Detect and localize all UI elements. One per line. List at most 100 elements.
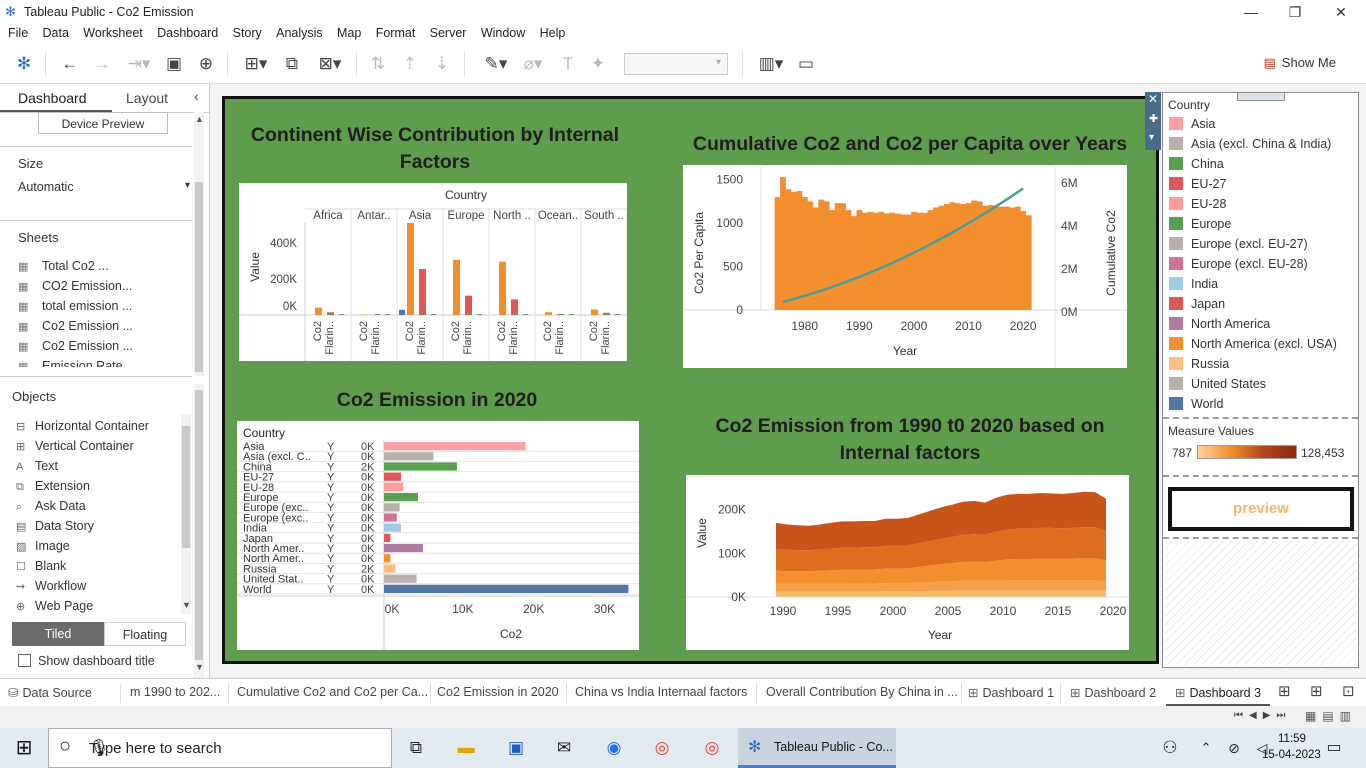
sheet-item[interactable]: ▦ CO2 Emission... <box>18 279 132 293</box>
tab-sheet[interactable]: Cumulative Co2 and Co2 per Ca... <box>237 685 428 699</box>
chart1-continent-bars[interactable]: Country Value 400K 200K 0K Africa Co2 Flar… <box>239 183 628 361</box>
swap-icon[interactable]: ⇅ <box>368 54 388 74</box>
chart2-cumulative[interactable]: Co2 Per Capita Cumulative Co2 Year 1500 1… <box>683 165 1127 368</box>
show-cards-icon[interactable]: ▥▾ <box>754 54 788 74</box>
tiled-button[interactable]: Tiled <box>12 622 104 646</box>
legend-item[interactable]: United States <box>1169 377 1266 393</box>
new-worksheet-icon[interactable]: ⊞ <box>1278 682 1291 700</box>
menu-data[interactable]: Data <box>35 24 69 40</box>
menu-worksheet[interactable]: Worksheet <box>75 24 143 40</box>
highlight-icon[interactable]: ✎▾ <box>478 54 514 74</box>
label-icon[interactable]: T <box>558 54 578 74</box>
show-title-checkbox[interactable] <box>18 654 31 667</box>
device-preview-button[interactable]: Device Preview <box>38 112 168 134</box>
object-controls[interactable]: ✕ ✚ ▾ <box>1145 92 1161 150</box>
remove-icon[interactable]: ✕ <box>1148 92 1158 106</box>
legend-item[interactable]: Europe <box>1169 217 1231 233</box>
legend-item[interactable]: EU-28 <box>1169 197 1226 213</box>
new-story-icon[interactable]: ⊡ <box>1342 682 1355 700</box>
taskbar-tableau-app[interactable]: ✻ Tableau Public - Co... <box>738 728 896 768</box>
new-sheet-icon[interactable]: ⊞▾ <box>238 54 274 74</box>
menu-server[interactable]: Server <box>422 24 467 40</box>
tab-dashboard-2[interactable]: ⊞ Dashboard 2 <box>1070 685 1156 700</box>
edge-icon[interactable]: ◉ <box>600 736 628 760</box>
object-ask-data[interactable]: ⌕ Ask Data <box>16 499 86 514</box>
sort-desc-icon[interactable]: ⇣ <box>432 54 452 74</box>
people-icon[interactable]: ⚇ <box>1156 736 1184 760</box>
measure-gradient[interactable] <box>1197 445 1297 459</box>
legend-item[interactable]: Asia <box>1169 117 1215 133</box>
legend-item[interactable]: World <box>1169 397 1223 413</box>
tableau-home-icon[interactable]: ✻ <box>14 54 34 74</box>
chrome-icon[interactable]: ◎ <box>698 736 726 760</box>
presentation-icon[interactable]: ▭ <box>796 54 816 74</box>
new-dashboard-icon[interactable]: ⊞ <box>1310 682 1323 700</box>
legend-item[interactable]: North America (excl. USA) <box>1169 337 1337 353</box>
legend-item[interactable]: Europe (excl. EU-28) <box>1169 257 1308 273</box>
object-horizontal-container[interactable]: ⊟ Horizontal Container <box>16 419 149 433</box>
collapse-panel-icon[interactable]: ‹ <box>194 88 199 104</box>
object-text[interactable]: A Text <box>16 459 58 473</box>
legend-item[interactable]: Russia <box>1169 357 1229 373</box>
menu-help[interactable]: Help <box>532 24 566 40</box>
add-datasource-icon[interactable]: ⊕ <box>196 54 216 74</box>
menu-dashboard[interactable]: Dashboard <box>149 24 218 40</box>
menu-format[interactable]: Format <box>368 24 416 40</box>
object-blank[interactable]: ☐ Blank <box>16 559 66 573</box>
replay-icon[interactable]: ⇥▾ <box>122 54 156 74</box>
legend-item[interactable]: Japan <box>1169 297 1225 313</box>
show-me-button[interactable]: ▤ Show Me <box>1264 55 1337 71</box>
object-web-page[interactable]: ⊕ Web Page <box>16 599 93 613</box>
legend-item[interactable]: Europe (excl. EU-27) <box>1169 237 1308 253</box>
size-dropdown[interactable]: Automatic ▾ <box>18 180 192 196</box>
sheet-item[interactable]: ▦ total emission ... <box>18 299 132 313</box>
drag-handle[interactable] <box>1237 93 1285 101</box>
objects-scrollbar[interactable]: ▼ <box>181 414 191 614</box>
object-workflow[interactable]: ⇝ Workflow <box>16 579 86 593</box>
taskbar-search[interactable]: ○ Type here to search 🎙 <box>48 728 392 768</box>
redo-icon[interactable]: → <box>92 54 112 74</box>
preview-button[interactable]: preview <box>1168 487 1354 531</box>
chrome-icon[interactable]: ◎ <box>648 736 676 760</box>
menu-map[interactable]: Map <box>329 24 361 40</box>
menu-window[interactable]: Window <box>473 24 525 40</box>
clock-date[interactable]: 15-04-2023 <box>1262 749 1321 761</box>
group-icon[interactable]: ⌀▾ <box>518 54 548 74</box>
notification-icon[interactable]: ▭ <box>1320 736 1348 760</box>
legend-item[interactable]: Asia (excl. China & India) <box>1169 137 1331 153</box>
tab-layout[interactable]: Layout <box>126 90 168 106</box>
duplicate-sheet-icon[interactable]: ⧉ <box>282 54 302 74</box>
legend-item[interactable]: EU-27 <box>1169 177 1226 193</box>
object-data-story[interactable]: ▤ Data Story <box>16 519 94 533</box>
mail-icon[interactable]: ✉ <box>550 736 578 760</box>
menu-story[interactable]: Story <box>225 24 262 40</box>
windows-start-icon[interactable]: ⊞ <box>10 736 38 760</box>
sheet-item[interactable]: ▦ Emission Rate... <box>18 359 133 367</box>
object-extension[interactable]: ⧉ Extension <box>16 479 90 494</box>
tab-dashboard[interactable]: Dashboard <box>18 90 87 106</box>
sort-asc-icon[interactable]: ⇡ <box>400 54 420 74</box>
restore-icon[interactable]: ❐ <box>1272 2 1318 22</box>
pin-icon[interactable]: ✦ <box>588 54 608 74</box>
legend-item[interactable]: China <box>1169 157 1224 173</box>
object-vertical-container[interactable]: ⊞ Vertical Container <box>16 439 134 453</box>
tab-dashboard-3[interactable]: ⊞ Dashboard 3 <box>1166 679 1270 707</box>
tab-sheet[interactable]: China vs India Internaal factors <box>575 685 747 699</box>
legend-item[interactable]: North America <box>1169 317 1270 333</box>
file-explorer-icon[interactable]: ▬ <box>452 736 480 760</box>
tab-sheet[interactable]: Co2 Emission in 2020 <box>437 685 559 699</box>
chart4-area[interactable]: Value Year 200K 100K 0K 1990 1995 2000 2005 201… <box>686 475 1129 650</box>
clear-sheet-icon[interactable]: ⊠▾ <box>312 54 348 74</box>
chart3-co2-2020[interactable]: Country Co2 Asia Y 0K Asia (excl. C.. Y 0K Chi… <box>237 421 639 650</box>
tab-data-source[interactable]: ⛁ Data Source <box>8 685 92 700</box>
sheets-scrollbar[interactable]: ▲ <box>194 112 204 376</box>
view-toggle-icon[interactable]: ▦▤▥ <box>1305 709 1357 723</box>
menu-analysis[interactable]: Analysis <box>268 24 323 40</box>
pin-icon[interactable]: ✚ <box>1149 112 1158 125</box>
chevron-up-icon[interactable]: ⌃ <box>1192 736 1220 760</box>
microphone-icon[interactable]: 🎙 <box>89 738 377 758</box>
save-icon[interactable]: ▣ <box>164 54 184 74</box>
minimize-icon[interactable]: — <box>1228 2 1274 22</box>
clock-time[interactable]: 11:59 <box>1278 733 1306 745</box>
panel-scrollbar[interactable]: ▼ <box>194 384 204 678</box>
